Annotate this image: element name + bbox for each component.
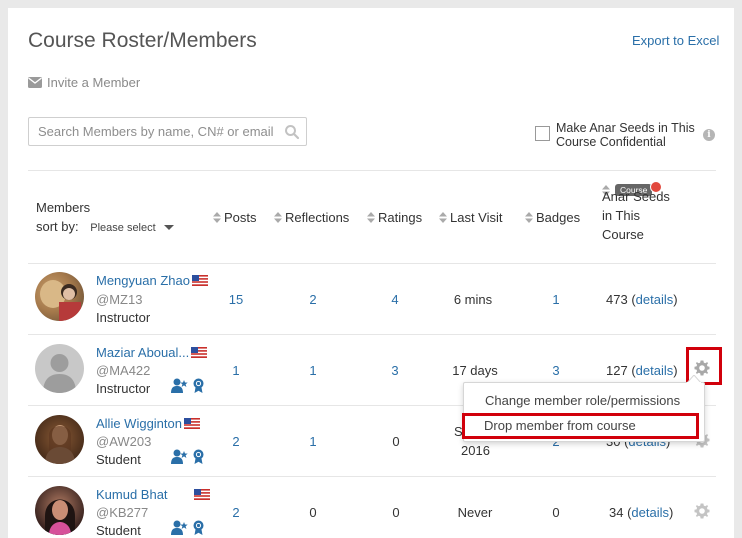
member-handle: @AW203 [96, 434, 152, 449]
badges-count-link[interactable]: 3 [536, 363, 576, 378]
confidential-label: Make Anar Seeds in This Course Confident… [556, 121, 695, 149]
export-to-excel-link[interactable]: Export to Excel [632, 33, 719, 48]
sort-icon [525, 212, 533, 223]
badges-column-header[interactable]: Badges [525, 210, 580, 225]
anar-seeds-value: 34 (details) [609, 505, 674, 520]
user-star-icon[interactable] [171, 378, 188, 393]
sort-icon [367, 212, 375, 223]
invite-label: Invite a Member [47, 75, 141, 90]
badges-count-value: 0 [552, 505, 560, 520]
reflections-column-header[interactable]: Reflections [274, 210, 349, 225]
members-column-header: Members sort by: Please select [36, 198, 174, 238]
envelope-icon [28, 77, 42, 88]
change-role-menu-item[interactable]: Change member role/permissions [485, 393, 680, 408]
ratings-count-link[interactable]: 4 [375, 292, 415, 307]
member-handle: @KB277 [96, 505, 149, 520]
gear-icon[interactable] [694, 360, 710, 376]
gear-icon[interactable] [694, 503, 710, 519]
last-visit-column-header[interactable]: Last Visit [439, 210, 503, 225]
confidential-checkbox[interactable] [535, 126, 550, 141]
avatar[interactable] [35, 344, 84, 393]
sort-icon [439, 212, 447, 223]
drop-member-menu-item[interactable]: Drop member from course [484, 418, 636, 433]
badges-count-link[interactable]: 1 [536, 292, 576, 307]
ratings-count-link[interactable]: 3 [375, 363, 415, 378]
posts-count-link[interactable]: 15 [216, 292, 256, 307]
menu-caret-icon [687, 375, 701, 383]
anar-seeds-column-header[interactable]: Anar Seeds in This Course [602, 187, 682, 244]
anar-seeds-value: 473 (details) [606, 292, 678, 307]
reflections-count-link[interactable]: 1 [293, 434, 333, 449]
divider [28, 334, 716, 335]
details-link[interactable]: details [631, 505, 669, 520]
ratings-count-value: 0 [392, 434, 400, 449]
sort-icon [213, 212, 221, 223]
member-handle: @MZ13 [96, 292, 143, 307]
member-role: Student [96, 452, 141, 467]
ratings-count-value: 0 [392, 505, 400, 520]
last-visit-value: 17 days [452, 363, 498, 378]
dog-photo-icon [40, 280, 81, 321]
invite-member-link[interactable]: Invite a Member [28, 75, 140, 90]
roster-panel: Course Roster/Members Export to Excel In… [8, 8, 734, 538]
divider [28, 263, 716, 264]
member-name-link[interactable]: Allie Wigginton [96, 416, 200, 431]
member-name-link[interactable]: Kumud Bhat [96, 487, 210, 502]
anar-seeds-value: 127 (details) [606, 363, 678, 378]
reflections-count-value: 0 [309, 505, 317, 520]
us-flag-icon [191, 347, 208, 358]
member-role: Instructor [96, 310, 151, 325]
search-icon[interactable] [284, 124, 300, 140]
member-handle: @MA422 [96, 363, 151, 378]
posts-count-link[interactable]: 2 [216, 505, 256, 520]
reflections-count-link[interactable]: 2 [293, 292, 333, 307]
divider [28, 170, 716, 171]
member-role: Instructor [96, 381, 151, 396]
ratings-column-header[interactable]: Ratings [367, 210, 422, 225]
avatar[interactable] [35, 415, 84, 464]
award-ribbon-icon[interactable] [193, 378, 204, 393]
chevron-down-icon [163, 225, 174, 230]
member-name-link[interactable]: Mengyuan Zhao [96, 273, 208, 288]
posts-column-header[interactable]: Posts [213, 210, 257, 225]
sort-icon [274, 212, 282, 223]
us-flag-icon [191, 275, 208, 286]
member-role: Student [96, 523, 141, 538]
member-name-link[interactable]: Maziar Aboual... [96, 345, 208, 360]
avatar[interactable] [35, 272, 84, 321]
last-visit-value: 6 mins [453, 292, 493, 307]
search-input[interactable] [28, 117, 307, 146]
details-link[interactable]: details [636, 363, 674, 378]
last-visit-year: 2016 [461, 443, 490, 458]
posts-count-link[interactable]: 1 [216, 363, 256, 378]
reflections-count-link[interactable]: 1 [293, 363, 333, 378]
user-star-icon[interactable] [171, 449, 188, 464]
us-flag-icon [193, 489, 210, 500]
portrait-photo-icon [45, 425, 75, 464]
info-icon[interactable]: i [703, 129, 715, 141]
last-visit-value: Never [457, 505, 493, 520]
award-ribbon-icon[interactable] [193, 449, 204, 464]
divider [28, 476, 716, 477]
posts-count-link[interactable]: 2 [216, 434, 256, 449]
sort-by-select[interactable]: Please select [90, 222, 174, 234]
details-link[interactable]: details [636, 292, 674, 307]
us-flag-icon [184, 418, 200, 429]
default-avatar-icon [43, 354, 76, 393]
page-title: Course Roster/Members [28, 29, 257, 52]
